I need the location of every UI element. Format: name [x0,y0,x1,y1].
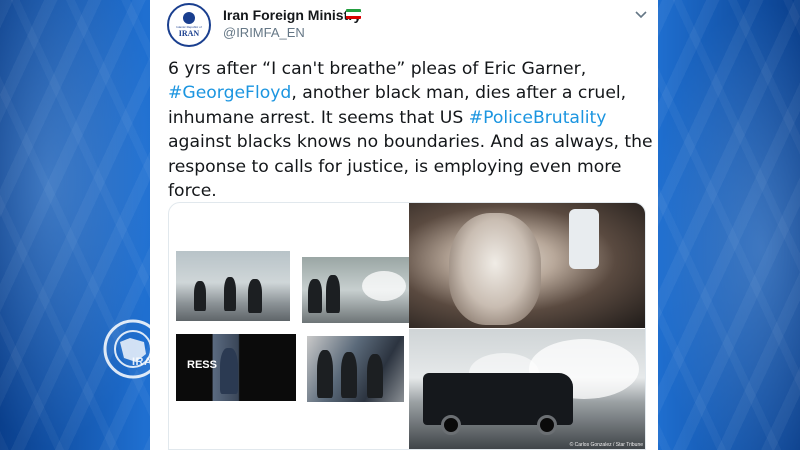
emblem-icon [183,12,195,24]
tweet-card: Islamic Republic of IRAN Iran Foreign Mi… [150,0,658,450]
photo-press-video[interactable]: RESS [176,334,296,401]
photo-credit: © Carlos Gonzalez / Star Tribune [569,442,643,448]
tweet-text-part: 6 yrs after “I can't breathe” pleas of E… [168,59,587,79]
avatar-text: IRAN [178,29,200,38]
hashtag-policebrutality[interactable]: #PoliceBrutality [469,108,607,128]
chevron-down-icon[interactable] [634,8,648,22]
tweet-text: 6 yrs after “I can't breathe” pleas of E… [168,57,653,203]
photo-police-officers[interactable] [307,336,404,402]
watermark-label: IRAN [132,356,161,368]
background-glow-left [0,0,160,450]
photo-riot-police-2[interactable] [302,257,410,323]
tweet-text-part: against blacks knows no boundaries. And … [168,132,653,202]
hashtag-georgefloyd[interactable]: #GeorgeFloyd [168,83,291,103]
photo-protest-car[interactable]: © Carlos Gonzalez / Star Tribune [409,329,645,449]
photo-riot-police-1[interactable] [176,251,290,321]
media-grid[interactable]: RESS © Carlos Gonzalez / Star Tribune [168,202,646,450]
iran-press-globe-icon [103,319,163,379]
background-glow-right [650,0,800,450]
handle[interactable]: @IRIMFA_EN [223,25,305,40]
display-name[interactable]: Iran Foreign Ministry [223,7,361,23]
photo-protester-teargas[interactable] [409,203,645,328]
avatar[interactable]: Islamic Republic of IRAN [167,3,211,47]
press-overlay-text: RESS [187,359,217,371]
iran-flag-icon [346,9,361,19]
